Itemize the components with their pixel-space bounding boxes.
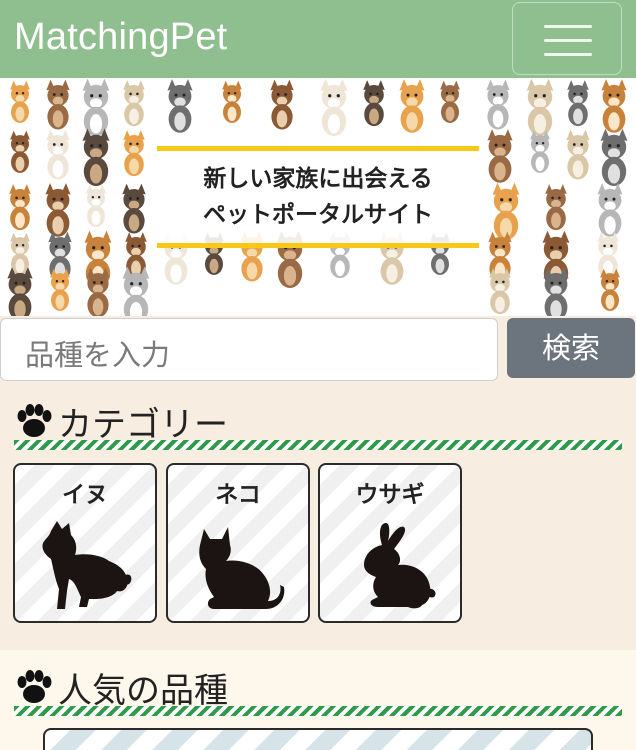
pet-illustration [10,232,30,275]
pet-illustration [46,79,70,130]
category-label: ネコ [215,482,261,508]
category-label: イヌ [62,482,108,508]
navbar: MatchingPet [0,0,636,78]
pet-illustration [123,130,145,177]
pet-illustration [123,80,145,127]
hamburger-menu-icon [544,25,592,28]
pet-illustration [545,184,567,231]
search-button[interactable]: 検索 [507,318,635,378]
cat-silhouette-icon [199,527,285,609]
pet-illustration [487,129,513,183]
pet-illustration [82,128,110,187]
pet-illustration [167,79,193,133]
dog-silhouette-icon [42,521,132,609]
paw-icon [17,404,52,437]
category-card-cat[interactable]: ネコ [166,463,310,623]
pet-illustration [566,129,590,180]
hero-line-2: ペットポータルサイト [203,202,433,228]
pet-illustration [10,130,30,173]
pet-illustration [530,130,550,173]
category-heading: カテゴリー [14,398,228,445]
pet-illustration [320,78,348,137]
pet-illustration [597,183,623,237]
category-card-rabbit[interactable]: ウサギ [318,463,462,623]
pet-illustration [600,128,628,187]
paw-icon [17,670,52,703]
category-label: ウサギ [355,482,425,508]
breed-search-input[interactable] [0,318,498,381]
pet-illustration [46,129,70,180]
pet-illustration [9,184,31,231]
pet-illustration [7,267,33,316]
pet-illustration [489,268,511,315]
pet-illustration [363,80,385,127]
pet-illustration [86,184,106,227]
pet-illustration [86,267,110,316]
pet-illustration [543,267,569,316]
pet-illustration [399,79,425,133]
pet-illustration [486,79,510,130]
pet-illustration [526,78,554,137]
hero-line-1: 新しい家族に出会える [203,166,433,192]
popular-heading: 人気の品種 [14,664,228,711]
section-divider [14,706,622,716]
pet-illustration [492,182,520,241]
pet-illustration [440,80,460,123]
rabbit-silhouette-icon [364,523,436,609]
section-title: カテゴリー [58,404,228,445]
section-title: 人気の品種 [58,670,228,711]
pet-illustration [270,79,294,130]
brand-logo[interactable]: MatchingPet [14,16,227,59]
menu-toggle-button[interactable] [512,2,622,75]
pet-illustration [45,183,71,237]
section-divider [14,440,622,450]
breed-card[interactable] [43,728,593,750]
pet-illustration [10,80,30,123]
pet-illustration [122,183,146,234]
pet-illustration [600,268,620,311]
pet-illustration [50,268,70,311]
pet-illustration [567,80,589,127]
pet-illustration [122,266,150,316]
pet-illustration [82,78,110,137]
pet-illustration [222,80,242,123]
pet-illustration [601,79,627,133]
category-card-dog[interactable]: イヌ [13,463,157,623]
hero-caption: 新しい家族に出会える ペットポータルサイト [157,146,479,248]
hero-banner: 新しい家族に出会える ペットポータルサイト [0,78,636,316]
